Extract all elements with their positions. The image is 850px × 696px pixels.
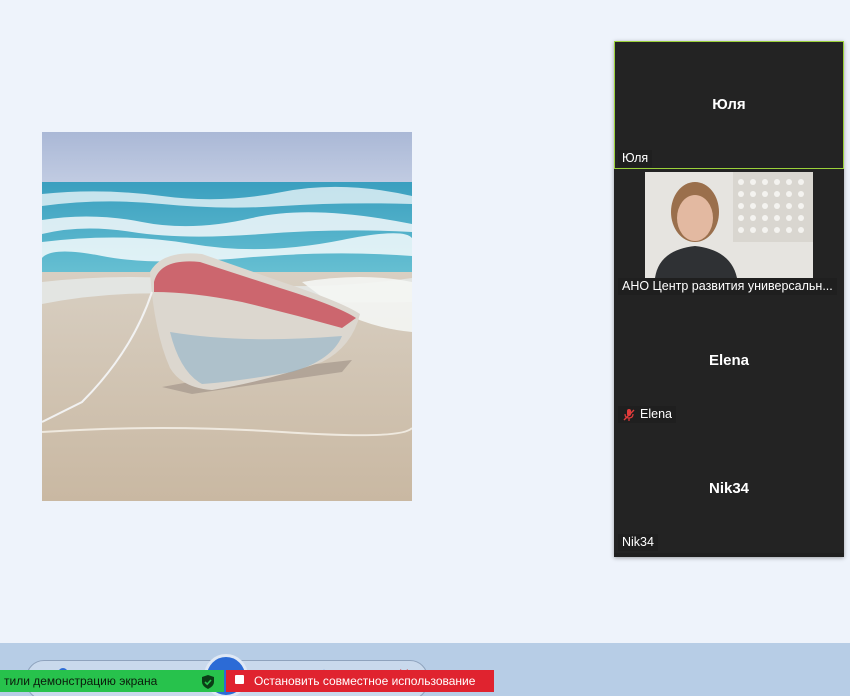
participant-name-label: Юля xyxy=(622,151,649,165)
participant-name-tag: Elena xyxy=(618,406,676,423)
stop-sharing-button[interactable]: Остановить совместное использование xyxy=(226,670,494,692)
sharing-status-text: тили демонстрацию экрана xyxy=(4,674,158,688)
participant-name-tag: АНО Центр развития универсальн... xyxy=(618,278,837,295)
stop-square-icon xyxy=(235,675,244,684)
participant-name-label: Elena xyxy=(640,407,672,421)
mic-muted-icon xyxy=(622,408,636,422)
participant-display-name: Elena xyxy=(708,352,750,369)
participant-tile-nik34[interactable]: Nik34 Nik34 xyxy=(614,425,844,553)
participant-name-tag: Nik34 xyxy=(618,534,658,551)
participant-name-label: Nik34 xyxy=(622,535,654,549)
shared-painting-image xyxy=(42,132,412,501)
participant-name-label: АНО Центр развития универсальн... xyxy=(622,279,833,293)
participants-gallery: Юля Юля АНО Центр развития универсальн..… xyxy=(614,41,844,557)
stop-sharing-label: Остановить совместное использование xyxy=(254,674,476,688)
participant-tile-elena[interactable]: Elena Elena xyxy=(614,297,844,425)
participant-name-tag: Юля xyxy=(618,150,653,167)
shield-check-icon xyxy=(202,674,214,689)
participant-display-name: Юля xyxy=(712,96,746,113)
participant-tile-ano[interactable]: АНО Центр развития универсальн... xyxy=(614,169,844,297)
participant-tile-yulia[interactable]: Юля Юля xyxy=(614,41,844,169)
participant-display-name: Nik34 xyxy=(708,480,750,497)
sharing-status-bar: тили демонстрацию экрана xyxy=(0,670,224,692)
participant-video-feed xyxy=(645,172,813,278)
